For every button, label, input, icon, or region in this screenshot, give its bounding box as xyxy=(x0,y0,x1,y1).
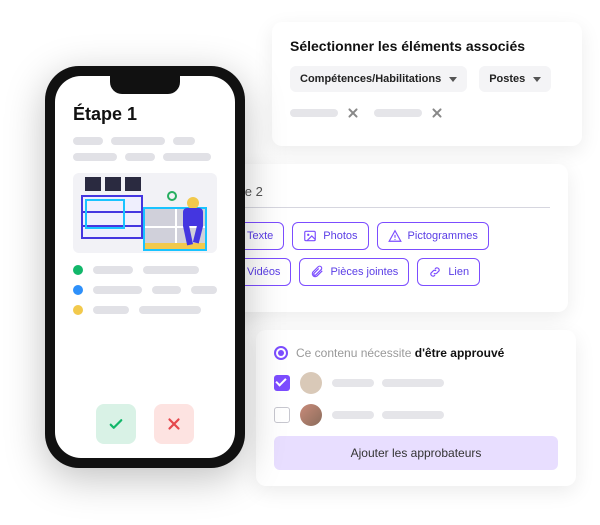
close-icon[interactable] xyxy=(430,106,444,120)
approve-text: Ce contenu nécessite d'être approuvé xyxy=(296,346,504,360)
approvers-card: Ce contenu nécessite d'être approuvé Ajo… xyxy=(256,330,576,486)
chip-placeholder xyxy=(374,109,422,117)
chip-placeholder xyxy=(290,109,338,117)
bullet-row xyxy=(73,305,217,315)
phone-frame: Étape 1 xyxy=(45,66,245,468)
approve-header: Ce contenu nécessite d'être approuvé xyxy=(274,346,558,360)
checkbox-empty[interactable] xyxy=(274,407,290,423)
tool-lien[interactable]: Lien xyxy=(417,258,480,286)
phone-screen: Étape 1 xyxy=(55,76,235,458)
step-editor-card: Texte Photos Pictogrammes Vidéos Pièces … xyxy=(198,164,568,312)
x-icon xyxy=(165,415,183,433)
instruction-illustration xyxy=(73,173,217,253)
selected-chip[interactable] xyxy=(374,106,444,120)
add-approvers-button[interactable]: Ajouter les approbateurs xyxy=(274,436,558,470)
approve-button[interactable] xyxy=(96,404,136,444)
reject-button[interactable] xyxy=(154,404,194,444)
associations-title: Sélectionner les éléments associés xyxy=(290,38,564,54)
approver-row xyxy=(274,404,558,426)
tool-photos[interactable]: Photos xyxy=(292,222,368,250)
bullet-row xyxy=(73,265,217,275)
warning-icon xyxy=(388,229,402,243)
approver-name-placeholder xyxy=(332,379,444,387)
status-dot-green xyxy=(73,265,83,275)
avatar xyxy=(300,372,322,394)
ghost-text-lines xyxy=(73,137,217,161)
attachment-icon xyxy=(310,265,324,279)
radio-checked-icon[interactable] xyxy=(274,346,288,360)
postes-dropdown-label: Postes xyxy=(489,73,525,85)
phone-step-title: Étape 1 xyxy=(73,104,217,125)
tool-pieces-jointes[interactable]: Pièces jointes xyxy=(299,258,409,286)
approver-row xyxy=(274,372,558,394)
status-dot-yellow xyxy=(73,305,83,315)
chevron-down-icon xyxy=(449,77,457,82)
approver-name-placeholder xyxy=(332,411,444,419)
selected-chip[interactable] xyxy=(290,106,360,120)
chevron-down-icon xyxy=(533,77,541,82)
phone-actions xyxy=(73,404,217,444)
checkbox-checked[interactable] xyxy=(274,375,290,391)
postes-dropdown[interactable]: Postes xyxy=(479,66,551,92)
bullet-row xyxy=(73,285,217,295)
image-icon xyxy=(303,229,317,243)
check-icon xyxy=(107,415,125,433)
status-dot-blue xyxy=(73,285,83,295)
tool-rows: Texte Photos Pictogrammes Vidéos Pièces … xyxy=(216,222,550,286)
step-name-input[interactable] xyxy=(216,180,550,208)
bullet-rows xyxy=(73,265,217,315)
avatar xyxy=(300,404,322,426)
phone-notch xyxy=(110,76,180,94)
competences-dropdown[interactable]: Compétences/Habilitations xyxy=(290,66,467,92)
close-icon[interactable] xyxy=(346,106,360,120)
competences-dropdown-label: Compétences/Habilitations xyxy=(300,73,441,85)
chip-row xyxy=(290,106,564,120)
dropdown-row: Compétences/Habilitations Postes xyxy=(290,66,564,92)
link-icon xyxy=(428,265,442,279)
associations-card: Sélectionner les éléments associés Compé… xyxy=(272,22,582,146)
tool-pictogrammes[interactable]: Pictogrammes xyxy=(377,222,489,250)
